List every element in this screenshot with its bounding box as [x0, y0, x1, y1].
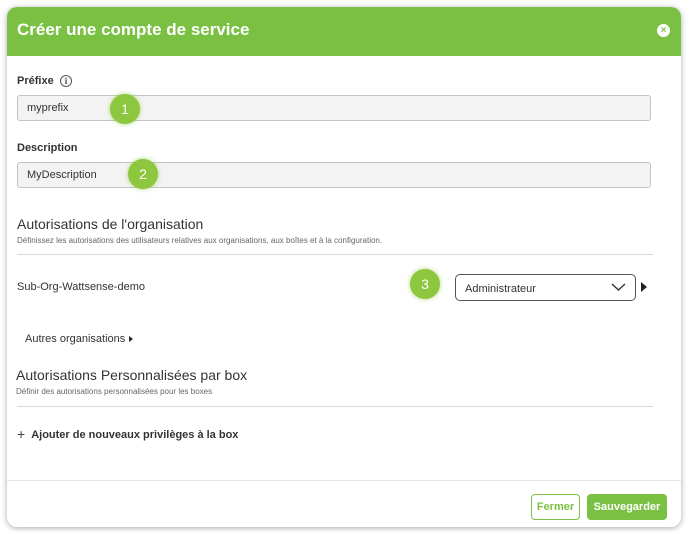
info-icon[interactable]: i	[60, 75, 72, 87]
chevron-down-icon	[611, 283, 626, 291]
description-input[interactable]	[17, 162, 651, 188]
modal-header: Créer une compte de service ×	[7, 7, 681, 56]
add-box-privileges-button[interactable]: + Ajouter de nouveaux privilèges à la box	[17, 426, 238, 442]
step-badge-3: 3	[410, 269, 440, 299]
save-button[interactable]: Sauvegarder	[587, 494, 667, 520]
prefix-label: Préfixe	[17, 75, 54, 87]
role-select[interactable]: Administrateur	[455, 274, 636, 301]
modal-title: Créer une compte de service	[17, 20, 250, 39]
org-permissions-divider	[17, 254, 653, 255]
org-permissions-title: Autorisations de l'organisation	[17, 216, 204, 232]
step-badge-2: 2	[128, 159, 158, 189]
add-box-privileges-label: Ajouter de nouveaux privilèges à la box	[31, 429, 239, 441]
expand-arrow-icon[interactable]	[641, 282, 647, 292]
caret-right-icon	[129, 336, 134, 343]
box-permissions-subtitle: Définir des autorisations personnalisées…	[16, 387, 213, 396]
box-permissions-divider	[17, 406, 653, 407]
role-select-value: Administrateur	[465, 283, 536, 295]
description-label: Description	[17, 142, 78, 154]
box-permissions-title: Autorisations Personnalisées par box	[16, 367, 248, 383]
org-permissions-subtitle: Définissez les autorisations des utilisa…	[17, 236, 383, 245]
other-orgs-toggle[interactable]: Autres organisations	[25, 333, 134, 345]
other-orgs-label: Autres organisations	[25, 333, 126, 345]
close-icon[interactable]: ×	[657, 24, 670, 37]
footer-divider	[7, 480, 681, 481]
step-badge-1: 1	[110, 94, 140, 124]
close-button[interactable]: Fermer	[531, 494, 580, 520]
create-service-account-modal: Créer une compte de service × Préfixe i …	[7, 7, 681, 527]
plus-icon: +	[17, 426, 26, 442]
org-name: Sub-Org-Wattsense-demo	[17, 281, 145, 293]
